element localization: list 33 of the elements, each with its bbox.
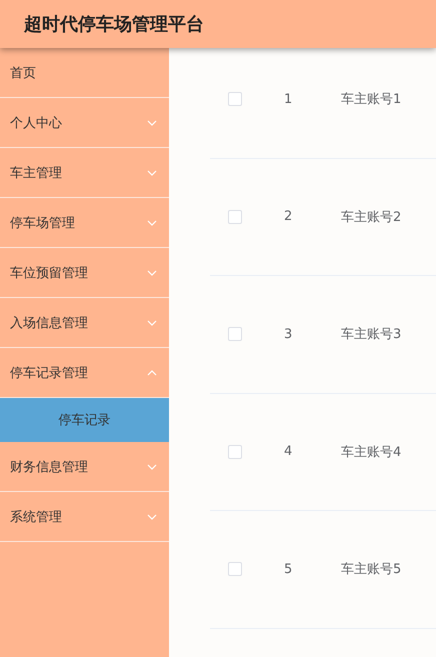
app-title: 超时代停车场管理平台 [24, 13, 204, 36]
menu-item[interactable]: 个人中心 [0, 98, 169, 148]
table-cell-text: 车主账号4 [341, 444, 402, 461]
chevron-icon [147, 464, 157, 470]
row-checkbox[interactable] [228, 562, 242, 576]
chevron-icon [147, 220, 157, 226]
row-checkbox[interactable] [228, 210, 242, 224]
chevron-icon [147, 514, 157, 520]
table-cell-text: 车主账号5 [341, 561, 402, 578]
menu-item[interactable]: 停车场管理 [0, 198, 169, 248]
table-cell-text: 2 [284, 209, 294, 224]
table-cell-text: 3 [284, 326, 294, 342]
chevron-icon [147, 120, 157, 126]
table-cell-text: 车主账号2 [341, 208, 402, 226]
chevron-icon [147, 320, 157, 326]
menu-item[interactable]: 车主管理 [0, 148, 169, 198]
table-cell-text: 5 [284, 562, 294, 577]
row-checkbox[interactable] [228, 444, 242, 459]
chevron-icon [147, 370, 157, 376]
row-checkbox[interactable] [228, 327, 242, 342]
submenu-item[interactable]: 停车记录 [0, 398, 169, 442]
menu-item[interactable]: 车位预留管理 [0, 248, 169, 298]
table-cell-text: 车主账号1 [341, 91, 402, 108]
table-cell-text: 车主账号3 [341, 326, 402, 344]
menu-item[interactable]: 入场信息管理 [0, 298, 169, 348]
row-checkbox[interactable] [228, 92, 242, 106]
menu-item[interactable]: 财务信息管理 [0, 442, 169, 492]
menu-item[interactable]: 首页 [0, 48, 169, 98]
menu-item[interactable]: 系统管理 [0, 492, 169, 542]
chevron-icon [147, 270, 157, 276]
table-cell-text: 4 [284, 444, 294, 460]
chevron-icon [147, 170, 157, 176]
table-cell-text: 1 [284, 92, 294, 107]
